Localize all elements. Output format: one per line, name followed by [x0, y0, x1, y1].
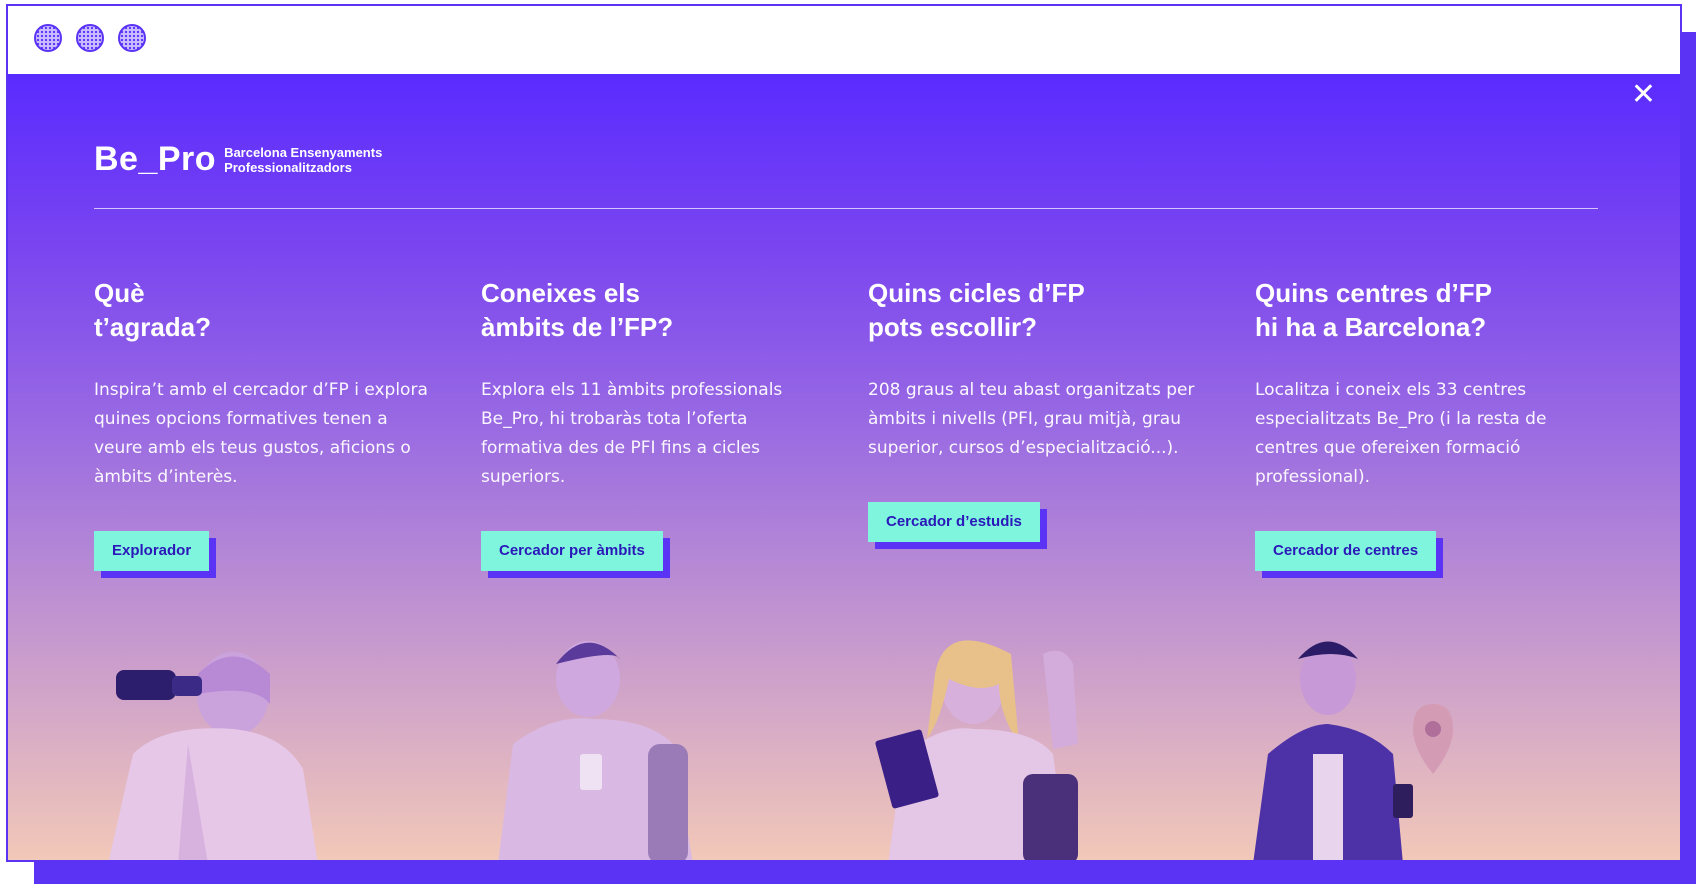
column-text: Explora els 11 àmbits professionals Be_P… — [481, 380, 783, 487]
window-dot-icon[interactable] — [76, 24, 104, 52]
column-text: 208 graus al teu abast organitzats per à… — [868, 380, 1195, 458]
close-icon[interactable]: ✕ — [1631, 80, 1656, 110]
browser-window: ✕ Be_Pro Barcelona Ensenyaments Professi… — [6, 4, 1682, 862]
logo-subtitle-line2: Professionalitzadors — [224, 159, 352, 175]
person-phone-image — [1253, 641, 1453, 860]
cercador-ambits-button[interactable]: Cercador per àmbits — [481, 531, 663, 571]
menu-overlay: ✕ Be_Pro Barcelona Ensenyaments Professi… — [8, 74, 1680, 860]
column-title: Coneixes els àmbits de l’FP? — [481, 278, 674, 342]
divider — [94, 208, 1598, 209]
window-titlebar — [8, 6, 1680, 74]
column-text: Inspira’t amb el cercador d’FP i explora… — [94, 380, 428, 487]
column-title: Quins centres d’FP hi ha a Barcelona? — [1255, 278, 1492, 342]
window-dot-icon[interactable] — [34, 24, 62, 52]
column-explorador: Què t’agrada? Inspira’t amb el cercador … — [94, 276, 434, 492]
explorador-button[interactable]: Explorador — [94, 531, 210, 571]
logo-subtitle-line1: Barcelona Ensenyaments — [224, 144, 383, 160]
person-binoculars-image — [108, 652, 318, 860]
cercador-centres-button[interactable]: Cercador de centres — [1255, 531, 1437, 571]
column-title: Quins cicles d’FP pots escollir? — [868, 278, 1085, 342]
logo-subtitle: Barcelona Ensenyaments Professionalitzad… — [224, 145, 382, 175]
window-dot-icon[interactable] — [118, 24, 146, 52]
person-books-image — [875, 640, 1078, 860]
column-estudis: Quins cicles d’FP pots escollir? 208 gra… — [868, 276, 1208, 463]
bepro-logo[interactable]: Be_Pro Barcelona Ensenyaments Profession… — [94, 140, 382, 179]
column-ambits: Coneixes els àmbits de l’FP? Explora els… — [481, 276, 821, 492]
logo-mark: Be_Pro — [94, 140, 217, 178]
column-centres: Quins centres d’FP hi ha a Barcelona? Lo… — [1255, 276, 1595, 492]
column-title: Què t’agrada? — [94, 278, 212, 342]
person-hoodie-image — [498, 641, 693, 860]
column-text: Localitza i coneix els 33 centres especi… — [1255, 380, 1547, 487]
cercador-estudis-button[interactable]: Cercador d’estudis — [868, 502, 1040, 542]
